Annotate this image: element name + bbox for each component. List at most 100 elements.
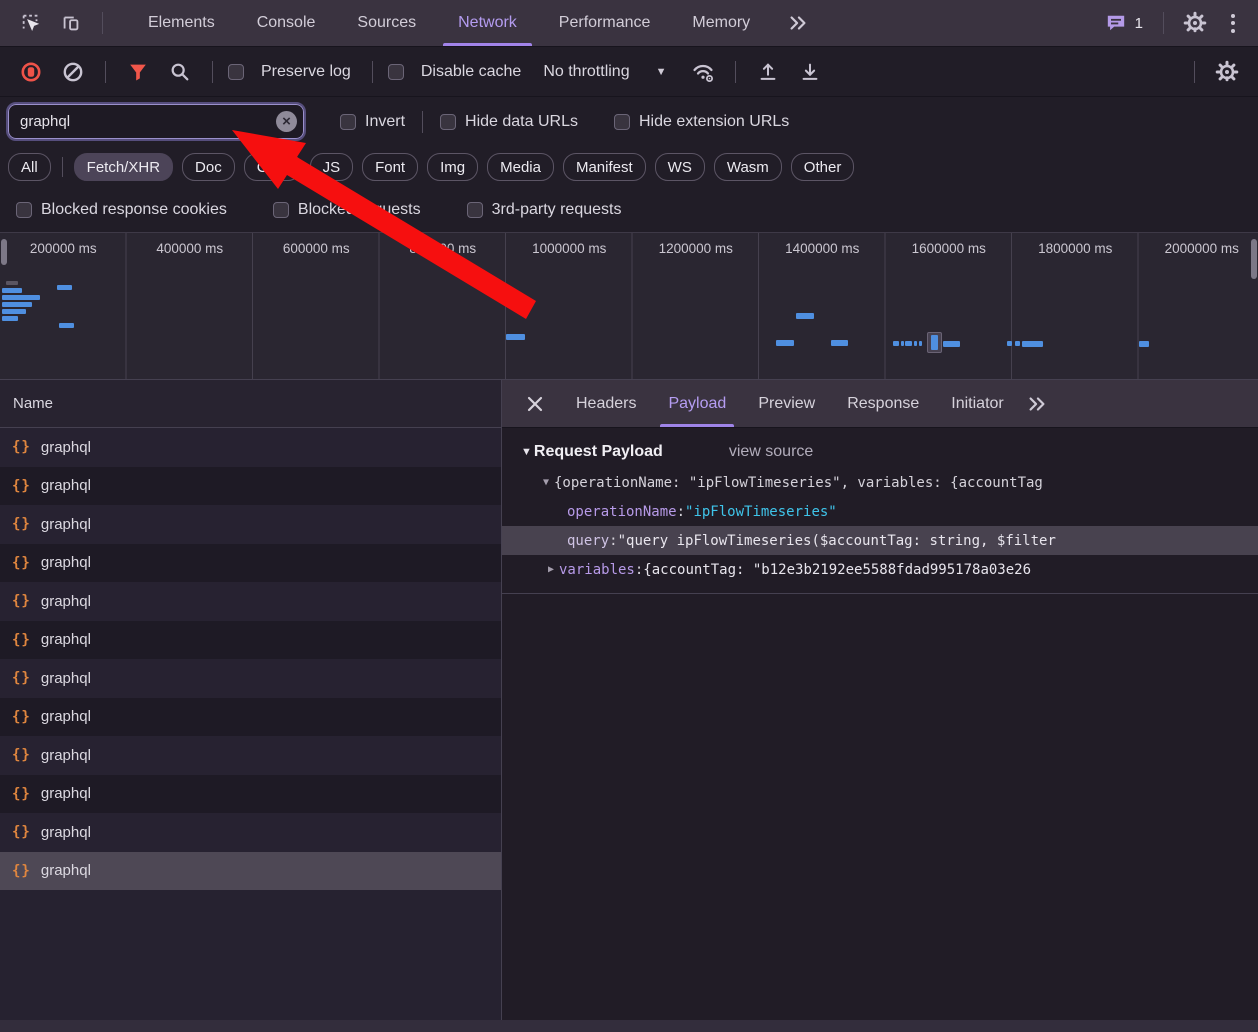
tab-sources[interactable]: Sources — [336, 0, 437, 46]
hide-data-urls-label[interactable]: Hide data URLs — [465, 113, 578, 131]
disable-cache-checkbox[interactable] — [388, 64, 404, 80]
kebab-menu-icon[interactable] — [1218, 14, 1248, 33]
payload-query-row[interactable]: query: "query ipFlowTimeseries($accountT… — [502, 526, 1258, 555]
axis-tick: 2000000 ms — [1139, 241, 1258, 256]
divider — [212, 61, 213, 83]
request-row[interactable]: {}graphql — [0, 428, 501, 467]
request-row[interactable]: {}graphql — [0, 544, 501, 583]
third-party-requests-checkbox[interactable] — [467, 202, 483, 218]
more-details-tabs-icon[interactable] — [1026, 395, 1048, 413]
request-row[interactable]: {}graphql — [0, 505, 501, 544]
search-icon[interactable] — [163, 55, 197, 89]
axis-tick: 1000000 ms — [506, 241, 633, 256]
filter-chip-media[interactable]: Media — [487, 153, 554, 181]
name-column-header[interactable]: Name — [0, 380, 501, 428]
details-tab-initiator[interactable]: Initiator — [935, 380, 1019, 427]
network-conditions-icon[interactable] — [686, 55, 720, 89]
blocked-requests-checkbox[interactable] — [273, 202, 289, 218]
close-details-icon[interactable] — [518, 387, 552, 421]
filter-chip-wasm[interactable]: Wasm — [714, 153, 782, 181]
json-braces-icon: {} — [12, 439, 31, 455]
tab-memory[interactable]: Memory — [671, 0, 771, 46]
filter-chip-manifest[interactable]: Manifest — [563, 153, 646, 181]
record-network-log-icon[interactable] — [14, 55, 48, 89]
filter-chip-doc[interactable]: Doc — [182, 153, 235, 181]
blocked-requests-label[interactable]: Blocked requests — [298, 201, 421, 219]
hide-extension-urls-checkbox[interactable] — [614, 114, 630, 130]
filter-input-box: × — [8, 104, 304, 139]
network-overview-timeline[interactable]: 200000 ms 400000 ms 600000 ms 800000 ms … — [0, 232, 1258, 380]
export-har-icon[interactable] — [793, 55, 827, 89]
disable-cache-label[interactable]: Disable cache — [421, 63, 522, 81]
blocked-response-cookies-label[interactable]: Blocked response cookies — [41, 201, 227, 219]
axis-tick: 200000 ms — [0, 241, 127, 256]
divider — [372, 61, 373, 83]
clear-network-log-icon[interactable] — [56, 55, 90, 89]
filter-chip-js[interactable]: JS — [310, 153, 354, 181]
tab-elements[interactable]: Elements — [127, 0, 236, 46]
axis-tick: 600000 ms — [253, 241, 380, 256]
tab-network[interactable]: Network — [437, 0, 538, 46]
settings-gear-icon[interactable] — [1178, 6, 1212, 40]
filter-chip-ws[interactable]: WS — [655, 153, 705, 181]
preserve-log-label[interactable]: Preserve log — [261, 63, 351, 81]
waterfall-bar — [6, 281, 18, 285]
inspect-element-icon[interactable] — [14, 6, 48, 40]
waterfall-bar — [506, 334, 525, 340]
waterfall-bar — [2, 316, 18, 321]
payload-root-row[interactable]: ▼ {operationName: "ipFlowTimeseries", va… — [502, 468, 1258, 497]
blocked-response-cookies-checkbox[interactable] — [16, 202, 32, 218]
waterfall-bar — [1139, 341, 1149, 347]
details-tab-payload[interactable]: Payload — [652, 380, 742, 427]
tab-console[interactable]: Console — [236, 0, 337, 46]
invert-checkbox[interactable] — [340, 114, 356, 130]
request-row[interactable]: {}graphql — [0, 582, 501, 621]
json-braces-icon: {} — [12, 670, 31, 686]
request-row-selected[interactable]: {}graphql — [0, 852, 501, 891]
request-row[interactable]: {}graphql — [0, 736, 501, 775]
preserve-log-checkbox[interactable] — [228, 64, 244, 80]
filter-funnel-icon[interactable] — [121, 55, 155, 89]
waterfall-bar — [943, 341, 960, 347]
filter-chip-css[interactable]: CSS — [244, 153, 301, 181]
divider — [1163, 12, 1164, 34]
invert-label[interactable]: Invert — [365, 113, 405, 131]
details-tab-preview[interactable]: Preview — [742, 380, 831, 427]
clear-filter-icon[interactable]: × — [276, 111, 297, 132]
filter-chip-img[interactable]: Img — [427, 153, 478, 181]
more-tabs-icon[interactable] — [787, 14, 809, 32]
request-row[interactable]: {}graphql — [0, 621, 501, 660]
hide-extension-urls-label[interactable]: Hide extension URLs — [639, 113, 789, 131]
json-braces-icon: {} — [12, 478, 31, 494]
details-tab-response[interactable]: Response — [831, 380, 935, 427]
throttling-dropdown[interactable]: No throttling ▼ — [543, 63, 666, 81]
request-row[interactable]: {}graphql — [0, 659, 501, 698]
filter-input[interactable] — [8, 104, 304, 139]
device-toolbar-icon[interactable] — [54, 6, 88, 40]
issues-counter[interactable]: 1 — [1105, 13, 1143, 33]
request-row[interactable]: {}graphql — [0, 467, 501, 506]
view-source-link[interactable]: view source — [729, 443, 813, 461]
waterfall-bar — [1, 239, 7, 265]
tab-performance[interactable]: Performance — [538, 0, 672, 46]
waterfall-bar — [831, 340, 848, 346]
details-tab-headers[interactable]: Headers — [560, 380, 652, 427]
request-payload-section-header[interactable]: ▼ Request Payload view source — [502, 428, 1258, 468]
filter-chip-fetch-xhr[interactable]: Fetch/XHR — [74, 153, 173, 181]
payload-variables-row[interactable]: ▶ variables: {accountTag: "b12e3b2192ee5… — [502, 555, 1258, 584]
filter-chip-all[interactable]: All — [8, 153, 51, 181]
filter-chip-other[interactable]: Other — [791, 153, 855, 181]
third-party-requests-label[interactable]: 3rd-party requests — [492, 201, 622, 219]
network-settings-gear-icon[interactable] — [1210, 55, 1244, 89]
hide-data-urls-checkbox[interactable] — [440, 114, 456, 130]
request-row[interactable]: {}graphql — [0, 698, 501, 737]
import-har-icon[interactable] — [751, 55, 785, 89]
divider — [105, 61, 106, 83]
request-row[interactable]: {}graphql — [0, 775, 501, 814]
request-row[interactable]: {}graphql — [0, 813, 501, 852]
request-name: graphql — [41, 593, 91, 610]
payload-operation-row[interactable]: operationName: "ipFlowTimeseries" — [502, 497, 1258, 526]
payload-value: "query ipFlowTimeseries($accountTag: str… — [618, 533, 1056, 549]
expand-triangle-icon: ▼ — [538, 477, 554, 488]
filter-chip-font[interactable]: Font — [362, 153, 418, 181]
